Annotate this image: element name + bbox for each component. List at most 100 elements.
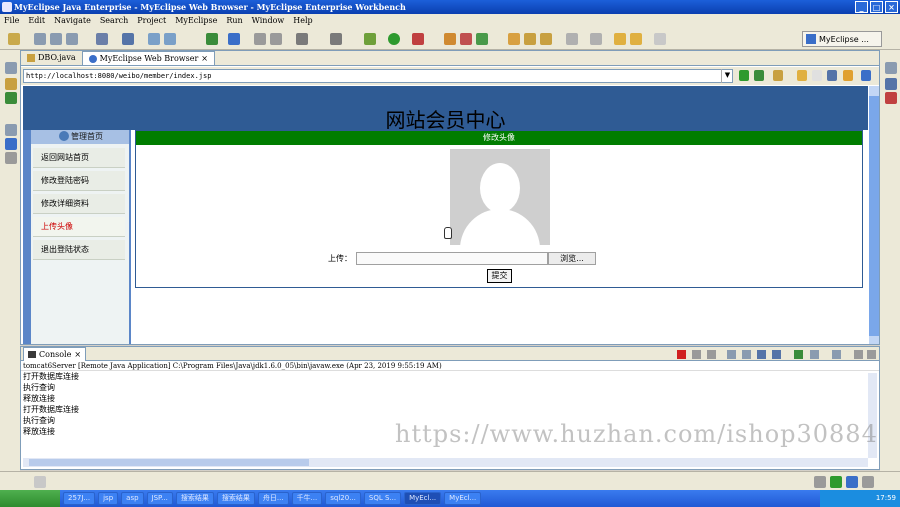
next-icon[interactable] [654, 33, 666, 45]
open-folder-icon[interactable] [508, 33, 520, 45]
sidebar-item-upload-avatar[interactable]: 上传头像 [33, 217, 125, 237]
taskbar-item[interactable]: 257J... [63, 492, 96, 505]
sidebar-item-change-password[interactable]: 修改登陆密码 [33, 171, 125, 191]
go-icon[interactable] [739, 70, 749, 81]
open-console-icon[interactable] [832, 350, 841, 359]
hierarchy-icon[interactable] [5, 92, 17, 104]
run-icon[interactable] [388, 33, 400, 45]
url-input[interactable]: http://localhost:8080/weibo/member/index… [23, 69, 733, 83]
print-icon[interactable] [66, 33, 78, 45]
toggle-view-icon[interactable] [861, 70, 871, 81]
search-icon[interactable] [524, 33, 536, 45]
terminate-icon[interactable] [677, 350, 686, 359]
menu-myeclipse[interactable]: MyEclipse [175, 14, 217, 28]
tab-console[interactable]: Console × [23, 347, 87, 361]
start-button[interactable] [0, 490, 60, 507]
taskbar-item[interactable]: MyEcl... [404, 492, 442, 505]
server-icon[interactable] [122, 33, 134, 45]
taskbar-item[interactable]: 舟日... [257, 492, 289, 505]
taskbar-item[interactable]: sql20... [325, 492, 361, 505]
build-icon[interactable] [148, 33, 160, 45]
save-all-icon[interactable] [50, 33, 62, 45]
file-input[interactable] [356, 252, 548, 265]
tab-dbo-java[interactable]: DBO.java [21, 51, 82, 65]
window-icon[interactable] [330, 33, 342, 45]
forward-nav-icon[interactable] [812, 70, 822, 81]
fast-view-icon[interactable] [34, 476, 46, 488]
back-icon[interactable] [614, 33, 626, 45]
reload-icon[interactable] [843, 70, 853, 81]
debug-icon[interactable] [364, 33, 376, 45]
refresh-icon[interactable] [754, 70, 764, 81]
tasks-icon[interactable] [885, 92, 897, 104]
tool2-icon[interactable] [270, 33, 282, 45]
menu-window[interactable]: Window [252, 14, 285, 28]
scroll-lock-icon[interactable] [742, 350, 751, 359]
status-icon-3[interactable] [846, 476, 858, 488]
console-horizontal-scrollbar[interactable] [23, 458, 868, 467]
browse-button[interactable]: 浏览... [548, 252, 596, 265]
package-explorer-icon[interactable] [5, 78, 17, 90]
show-on-output-icon[interactable] [757, 350, 766, 359]
menu-run[interactable]: Run [226, 14, 242, 28]
perspective-switcher[interactable]: MyEclipse ... [802, 31, 882, 47]
tool-icon[interactable] [254, 33, 266, 45]
sidebar-item-edit-profile[interactable]: 修改详细资料 [33, 194, 125, 214]
sidebar-item-logout[interactable]: 退出登陆状态 [33, 240, 125, 260]
new-server-icon[interactable] [206, 33, 218, 45]
restore2-icon[interactable] [5, 124, 17, 136]
back-nav-icon[interactable] [797, 70, 807, 81]
taskbar-item[interactable]: 千牛... [291, 492, 323, 505]
url-dropdown-icon[interactable]: ▼ [721, 69, 733, 83]
minimize-view-icon[interactable] [854, 350, 863, 359]
taskbar-item[interactable]: SQL S... [363, 492, 402, 505]
close-button[interactable]: × [885, 1, 898, 13]
browser-scrollbar[interactable] [869, 86, 879, 344]
remove-all-icon[interactable] [707, 350, 716, 359]
taskbar-item[interactable]: asp [121, 492, 144, 505]
annotation-icon[interactable] [566, 33, 578, 45]
submit-button[interactable]: 提交 [487, 269, 512, 283]
taskbar-item[interactable]: 搜索结果 [216, 492, 255, 505]
taskbar-item[interactable]: jsp [98, 492, 119, 505]
restore-right-icon[interactable] [885, 62, 897, 74]
menu-file[interactable]: File [4, 14, 19, 28]
db-browser-icon[interactable] [5, 138, 17, 150]
remove-launch-icon[interactable] [692, 350, 701, 359]
new-icon[interactable] [8, 33, 20, 45]
restore-icon[interactable] [5, 62, 17, 74]
save-icon[interactable] [34, 33, 46, 45]
screen-icon[interactable] [296, 33, 308, 45]
servers-icon[interactable] [5, 152, 17, 164]
show-on-error-icon[interactable] [772, 350, 781, 359]
favorites-icon[interactable] [773, 70, 783, 81]
display-console-icon[interactable] [810, 350, 819, 359]
minimize-button[interactable]: _ [855, 1, 868, 13]
deploy-icon[interactable] [164, 33, 176, 45]
maximize-button[interactable]: □ [870, 1, 883, 13]
menu-search[interactable]: Search [100, 14, 128, 28]
annotation2-icon[interactable] [590, 33, 602, 45]
new-package-icon[interactable] [460, 33, 472, 45]
external-tools-icon[interactable] [412, 33, 424, 45]
menu-project[interactable]: Project [137, 14, 166, 28]
status-icon-2[interactable] [830, 476, 842, 488]
menu-help[interactable]: Help [293, 14, 312, 28]
tab-web-browser[interactable]: MyEclipse Web Browser × [81, 51, 215, 66]
outline-icon[interactable] [885, 78, 897, 90]
scrollbar-thumb[interactable] [869, 96, 879, 336]
maximize-view-icon[interactable] [867, 350, 876, 359]
pin-console-icon[interactable] [794, 350, 803, 359]
new-java-icon[interactable] [444, 33, 456, 45]
taskbar-item[interactable]: 搜索结果 [175, 492, 214, 505]
globe-icon[interactable] [228, 33, 240, 45]
menu-edit[interactable]: Edit [28, 14, 45, 28]
taskbar-item[interactable]: MyEcl... [444, 492, 482, 505]
new-class-icon[interactable] [476, 33, 488, 45]
tab-close-icon[interactable]: × [201, 52, 208, 66]
sidebar-item-home[interactable]: 返回网站首页 [33, 148, 125, 168]
taskbar-item[interactable]: JSP... [146, 492, 173, 505]
open-type-icon[interactable] [96, 33, 108, 45]
console-close-icon[interactable]: × [74, 349, 81, 361]
status-icon-4[interactable] [862, 476, 874, 488]
